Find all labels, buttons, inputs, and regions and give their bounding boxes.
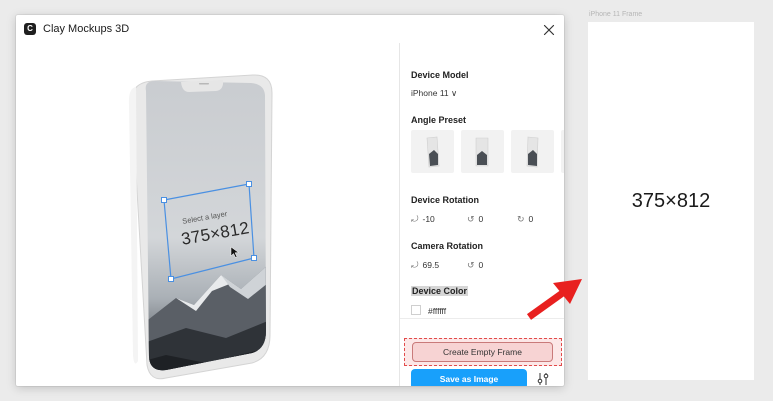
angle-preset-label: Angle Preset	[411, 115, 467, 125]
close-button[interactable]	[540, 21, 558, 39]
device-color-value[interactable]: #ffffff	[428, 306, 446, 316]
device-color-label: Device Color	[411, 286, 469, 296]
create-empty-frame-button[interactable]: Create Empty Frame	[412, 342, 553, 362]
device-color-swatch[interactable]	[411, 305, 421, 315]
camera-rotation-y[interactable]: ↺ 0	[467, 260, 483, 271]
close-icon	[543, 24, 555, 36]
adjust-settings-button[interactable]	[535, 371, 551, 386]
rotate-y-icon: ↺	[467, 214, 475, 224]
camera-rotation-x[interactable]: ⤾ 69.5	[411, 260, 439, 271]
frame-size-text: 375×812	[631, 190, 711, 212]
rotate-x-icon: ⤾	[411, 260, 419, 270]
rotate-z-icon: ↻	[517, 214, 525, 224]
device-rotation-label: Device Rotation	[411, 195, 480, 205]
rotate-y-icon: ↺	[467, 260, 475, 270]
device-model-label: Device Model	[411, 70, 469, 80]
camera-rotation-label: Camera Rotation	[411, 241, 484, 251]
angle-preset-4[interactable]	[561, 130, 564, 173]
rotate-x-icon: ⤾	[411, 214, 419, 224]
angle-preset-2[interactable]	[461, 130, 504, 173]
plugin-title: Clay Mockups 3D	[43, 23, 130, 35]
device-rotation-y[interactable]: ↺ 0	[467, 214, 483, 225]
device-model-select[interactable]: iPhone 11 ∨	[411, 88, 457, 99]
mockup-preview: Select a layer 375×812	[16, 43, 399, 386]
angle-preset-1[interactable]	[411, 130, 454, 173]
plugin-titlebar: C Clay Mockups 3D	[16, 15, 564, 43]
device-rotation-z[interactable]: ↻ 0	[517, 214, 533, 225]
iphone-frame[interactable]: 375×812	[588, 22, 754, 380]
frame-label: iPhone 11 Frame	[589, 11, 643, 18]
save-as-image-button[interactable]: Save as Image	[411, 369, 527, 386]
device-rotation-x[interactable]: ⤾ -10	[411, 214, 435, 225]
sliders-icon	[537, 373, 549, 385]
angle-preset-3[interactable]	[511, 130, 554, 173]
plugin-window: C Clay Mockups 3D Select a layer 375×812…	[16, 15, 564, 386]
clay-logo-icon: C	[24, 23, 36, 35]
